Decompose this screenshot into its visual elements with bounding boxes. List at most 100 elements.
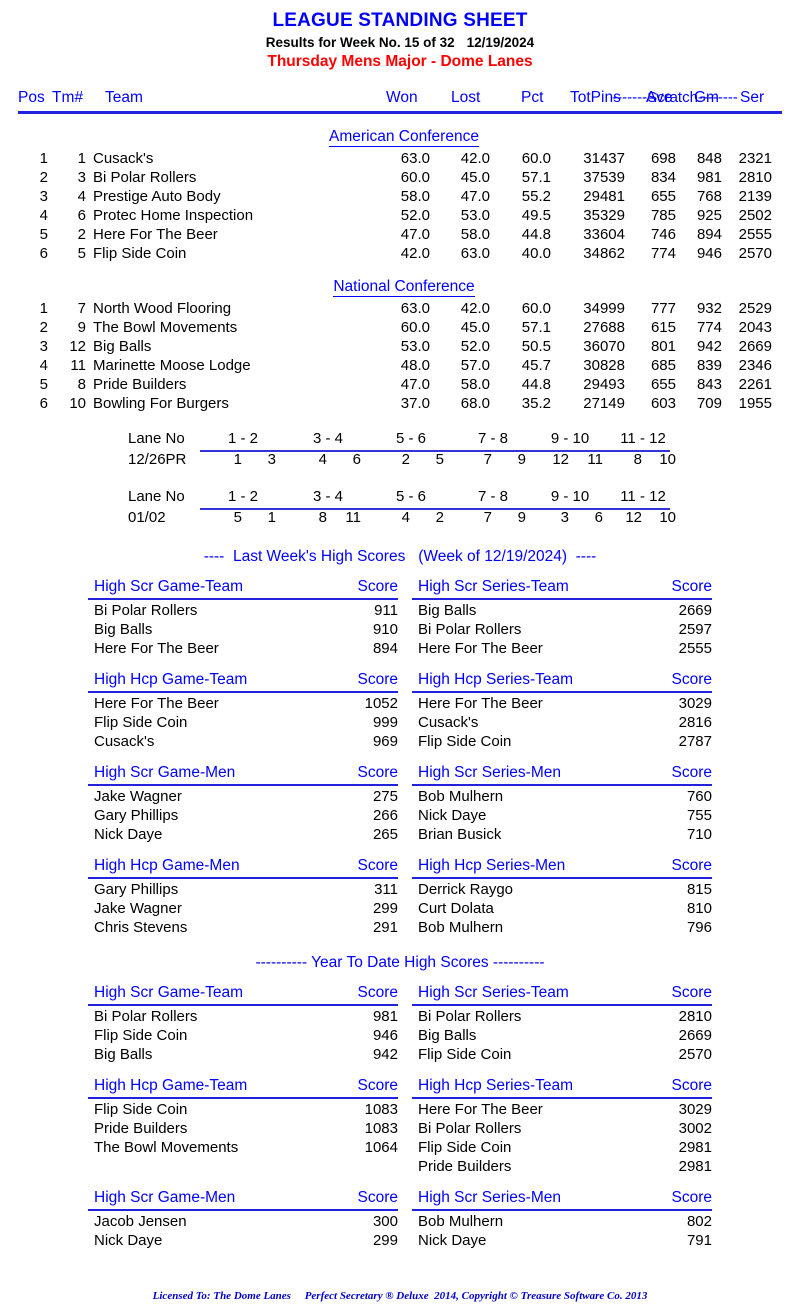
lane-schedule-header-row: Lane No 1 - 2 3 - 4 5 - 6 7 - 8 9 - 10 11 - 12	[0, 487, 800, 510]
list-item[interactable]: Jacob Jensen 300 Bob Mulhern 802	[0, 1213, 800, 1232]
high-score-score-header-left: Score	[357, 983, 399, 1001]
lane-schedule-date: 01/02	[128, 508, 166, 526]
high-score-value: 802	[686, 1212, 712, 1230]
lane-schedule-section: Lane No 1 - 2 3 - 4 5 - 6 7 - 8 9 - 10 11 - 12…	[0, 430, 800, 532]
table-row[interactable]: 3 4 Prestige Auto Body 58.0 47.0 55.2 29481 655…	[0, 188, 800, 207]
list-item[interactable]: Big Balls 942 Flip Side Coin 2570	[0, 1046, 800, 1065]
lane-team-number: 1	[233, 450, 242, 468]
standings-section: -------Scratch-------- Pos Tm# Team Won …	[0, 89, 800, 414]
high-score-value: 942	[372, 1045, 398, 1063]
list-item[interactable]: Here For The Beer 894 Here For The Beer 255…	[0, 640, 800, 659]
cell-pos: 4	[39, 356, 48, 374]
high-score-category-left: High Hcp Game-Team	[94, 1076, 248, 1094]
cell-tm: 6	[77, 206, 86, 224]
table-row[interactable]: 5 8 Pride Builders 47.0 58.0 44.8 29493 655 843 2…	[0, 376, 800, 395]
conference-name: American Conference	[329, 127, 479, 147]
list-item[interactable]: Jake Wagner 275 Bob Mulhern 760	[0, 788, 800, 807]
list-item[interactable]: Nick Daye 265 Brian Busick 710	[0, 826, 800, 845]
cell-tm: 2	[77, 225, 86, 243]
cell-team: The Bowl Movements	[93, 318, 238, 336]
list-item[interactable]: Bi Polar Rollers 911 Big Balls 2669	[0, 602, 800, 621]
high-score-name: Flip Side Coin	[94, 713, 188, 731]
high-score-block: High Hcp Game-Team Score High Hcp Series-T…	[0, 671, 800, 752]
cell-pos: 5	[39, 375, 48, 393]
conference-name: National Conference	[333, 277, 475, 297]
high-score-category-right: High Scr Series-Men	[418, 763, 561, 781]
table-row[interactable]: 2 3 Bi Polar Rollers 60.0 45.0 57.1 37539 834 98…	[0, 169, 800, 188]
list-item[interactable]: Pride Builders 2981	[0, 1158, 800, 1177]
high-score-category-left: High Scr Game-Men	[94, 1188, 236, 1206]
last-week-high-scores: High Scr Game-Team Score High Scr Series-T…	[0, 578, 800, 938]
high-score-rows: Gary Phillips 311 Derrick Raygo 815 Jake Wag…	[0, 877, 800, 938]
lane-team-number: 10	[659, 508, 676, 526]
lane-schedule-assignment-row[interactable]: 12/26PR 1 3 4 6 2 5 7 9 12 11 8 10	[0, 451, 800, 472]
list-item[interactable]: Cusack's 969 Flip Side Coin 2787	[0, 733, 800, 752]
table-row[interactable]: 6 5 Flip Side Coin 42.0 63.0 40.0 34862 774 946 2…	[0, 245, 800, 264]
high-score-category-right: High Scr Series-Team	[418, 577, 569, 595]
cell-ser: 2810	[738, 168, 772, 186]
high-score-rows: Bi Polar Rollers 981 Bi Polar Rollers 2810 F…	[0, 1004, 800, 1065]
cell-team: Marinette Moose Lodge	[93, 356, 251, 374]
high-score-value: 810	[686, 899, 712, 917]
list-item[interactable]: Gary Phillips 311 Derrick Raygo 815	[0, 881, 800, 900]
table-row[interactable]: 4 11 Marinette Moose Lodge 48.0 57.0 45.7 3082…	[0, 357, 800, 376]
table-row[interactable]: 5 2 Here For The Beer 47.0 58.0 44.8 33604 746 8…	[0, 226, 800, 245]
standings-column-headers: Pos Tm# Team Won Lost Pct TotPins Ave Gm…	[0, 89, 800, 111]
high-score-score-header-left: Score	[357, 856, 399, 874]
column-header-tm: Tm#	[52, 89, 83, 106]
cell-team: Prestige Auto Body	[93, 187, 221, 205]
lane-schedule-assignment-row[interactable]: 01/02 5 1 8 11 4 2 7 9 3 6 12 10	[0, 509, 800, 530]
table-row[interactable]: 1 7 North Wood Flooring 63.0 42.0 60.0 34999 77…	[0, 300, 800, 319]
conference-list: American Conference 1 1 Cusack's 63.0 42.0 60.…	[0, 128, 800, 414]
cell-tm: 11	[70, 356, 86, 374]
cell-tm: 8	[77, 375, 86, 393]
list-item[interactable]: Flip Side Coin 999 Cusack's 2816	[0, 714, 800, 733]
high-score-category-right: High Scr Series-Team	[418, 983, 569, 1001]
list-item[interactable]: Bi Polar Rollers 981 Bi Polar Rollers 2810	[0, 1008, 800, 1027]
list-item[interactable]: Chris Stevens 291 Bob Mulhern 796	[0, 919, 800, 938]
table-row[interactable]: 1 1 Cusack's 63.0 42.0 60.0 31437 698 848 2321	[0, 150, 800, 169]
table-row[interactable]: 4 6 Protec Home Inspection 52.0 53.0 49.5 3532…	[0, 207, 800, 226]
cell-pos: 1	[39, 149, 48, 167]
cell-team: Flip Side Coin	[93, 244, 187, 262]
list-item[interactable]: Big Balls 910 Bi Polar Rollers 2597	[0, 621, 800, 640]
column-header-ser: Ser	[740, 89, 765, 106]
table-row[interactable]: 3 12 Big Balls 53.0 52.0 50.5 36070 801 942 2669	[0, 338, 800, 357]
list-item[interactable]: Nick Daye 299 Nick Daye 791	[0, 1232, 800, 1251]
high-score-category-left: High Scr Game-Team	[94, 983, 244, 1001]
high-score-value: 2669	[678, 601, 712, 619]
high-score-value: 300	[372, 1212, 398, 1230]
high-score-value: 2981	[678, 1138, 712, 1156]
table-row[interactable]: 6 10 Bowling For Burgers 37.0 68.0 35.2 27149 6…	[0, 395, 800, 414]
list-item[interactable]: Here For The Beer 1052 Here For The Beer 30…	[0, 695, 800, 714]
high-score-name: Bi Polar Rollers	[418, 1119, 522, 1137]
lane-pair-label: 11 - 12	[620, 429, 666, 447]
high-score-score-header-left: Score	[357, 577, 399, 595]
list-item[interactable]: Gary Phillips 266 Nick Daye 755	[0, 807, 800, 826]
list-item[interactable]: Jake Wagner 299 Curt Dolata 810	[0, 900, 800, 919]
lane-pair-label: 9 - 10	[550, 487, 590, 505]
cell-pos: 2	[39, 168, 48, 186]
standings-header-rule	[18, 111, 782, 114]
table-row[interactable]: 2 9 The Bowl Movements 60.0 45.0 57.1 27688 615…	[0, 319, 800, 338]
lane-team-number: 9	[517, 508, 526, 526]
high-score-name: Nick Daye	[418, 1231, 487, 1249]
high-score-value: 2570	[678, 1045, 712, 1063]
list-item[interactable]: Flip Side Coin 946 Big Balls 2669	[0, 1027, 800, 1046]
high-score-name: Derrick Raygo	[418, 880, 514, 898]
high-score-value: 999	[372, 713, 398, 731]
conference-heading: American Conference	[0, 128, 800, 147]
cell-tm: 1	[77, 149, 86, 167]
list-item[interactable]: Flip Side Coin 1083 Here For The Beer 3029	[0, 1101, 800, 1120]
high-score-value: 265	[372, 825, 398, 843]
lane-pair-label: 7 - 8	[477, 487, 508, 505]
list-item[interactable]: The Bowl Movements 1064 Flip Side Coin 2981	[0, 1139, 800, 1158]
year-to-date-high-scores: High Scr Game-Team Score High Scr Series-T…	[0, 984, 800, 1251]
lane-team-number: 7	[483, 508, 492, 526]
results-date: 12/19/2024	[466, 35, 535, 50]
high-score-category-left: High Scr Game-Men	[94, 763, 236, 781]
cell-team: Big Balls	[93, 337, 152, 355]
high-score-block-header: High Hcp Game-Team Score High Hcp Series-T…	[0, 671, 800, 693]
list-item[interactable]: Pride Builders 1083 Bi Polar Rollers 3002	[0, 1120, 800, 1139]
high-score-value: 291	[372, 918, 398, 936]
